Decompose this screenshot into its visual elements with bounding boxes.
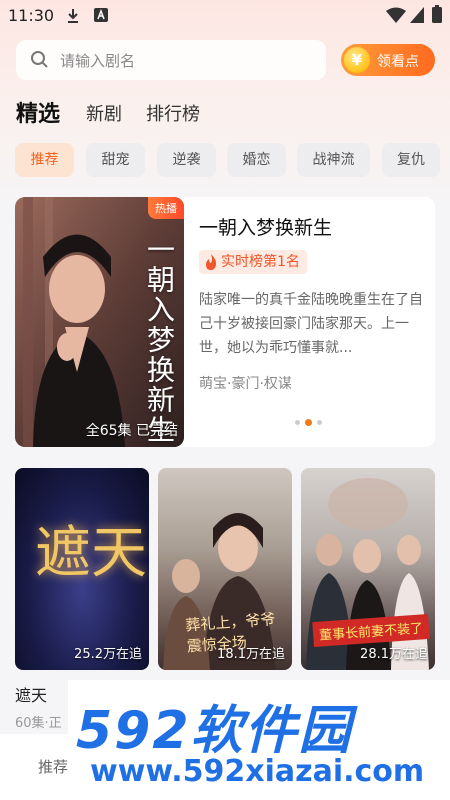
drama-card[interactable]: 董事长前妻不装了 28.1万在追 <box>301 468 435 670</box>
genre-chip-sweet[interactable]: 甜宠 <box>86 143 145 177</box>
tab-featured[interactable]: 精选 <box>16 96 60 128</box>
watermark: 592软件园 www.592xiazai.com <box>68 680 450 800</box>
genre-chip-recommend[interactable]: 推荐 <box>15 143 74 177</box>
app-notification-icon <box>94 8 108 22</box>
signal-icon <box>410 7 424 23</box>
download-icon <box>68 9 78 23</box>
tab-new-dramas[interactable]: 新剧 <box>86 100 122 126</box>
watermark-logo: 592软件园 <box>76 701 353 761</box>
carousel-dot <box>317 420 322 425</box>
battery-icon <box>432 5 442 23</box>
nav-item-recommend[interactable]: 推荐 <box>38 756 68 777</box>
search-box[interactable]: 请输入剧名 <box>16 40 326 80</box>
carousel-dot <box>295 420 300 425</box>
wifi-icon <box>386 7 406 23</box>
genre-chip-romance[interactable]: 婚恋 <box>227 143 286 177</box>
carousel-dot-active <box>305 419 312 426</box>
rank-badge: 实时榜第1名 <box>199 250 307 274</box>
hot-badge: 热播 <box>148 197 184 219</box>
status-time: 11:30 <box>8 6 55 25</box>
claim-points-button[interactable]: ¥ 领看点 <box>341 44 435 76</box>
featured-episodes: 全65集 已完结 <box>85 423 178 439</box>
drama-followers: 18.1万在追 <box>217 647 285 662</box>
genre-chip-revenge[interactable]: 复仇 <box>382 143 440 177</box>
drama-followers: 25.2万在追 <box>74 647 142 662</box>
drama-card[interactable]: 遮天 25.2万在追 <box>15 468 149 670</box>
tab-rankings[interactable]: 排行榜 <box>146 100 200 126</box>
drama-title[interactable]: 遮天 <box>15 682 47 706</box>
status-bar: 11:30 <box>0 0 450 32</box>
search-placeholder: 请输入剧名 <box>60 52 136 70</box>
featured-title[interactable]: 一朝入梦换新生 <box>199 213 332 240</box>
genre-chip-comeback[interactable]: 逆袭 <box>157 143 216 177</box>
fire-icon <box>206 254 217 270</box>
coin-icon: ¥ <box>344 47 370 73</box>
featured-description: 陆家唯一的真千金陆晚晚重生在了自己十岁被接回豪门陆家那天。上一世，她以为乖巧懂事… <box>199 292 423 356</box>
featured-poster-title: 一朝入梦换新生 <box>143 235 176 445</box>
featured-drama-card[interactable]: 热播 一朝入梦换新生 全65集 已完结 一朝入梦换新生 实时榜第1名 陆家唯一的… <box>15 197 435 447</box>
rank-label: 实时榜第1名 <box>221 254 300 270</box>
featured-tags: 萌宝·豪门·权谋 <box>199 376 292 392</box>
watermark-url: www.592xiazai.com <box>90 754 425 789</box>
drama-poster-title: 遮天 <box>35 521 147 586</box>
genre-chip-war-god[interactable]: 战神流 <box>297 143 370 177</box>
search-icon <box>31 51 48 68</box>
claim-points-label: 领看点 <box>377 54 419 70</box>
drama-followers: 28.1万在追 <box>360 647 428 662</box>
drama-card[interactable]: 葬礼上，爷爷震惊全场 18.1万在追 <box>158 468 292 670</box>
featured-poster[interactable]: 热播 一朝入梦换新生 全65集 已完结 <box>15 197 184 447</box>
drama-meta: 60集·正 <box>15 716 62 731</box>
